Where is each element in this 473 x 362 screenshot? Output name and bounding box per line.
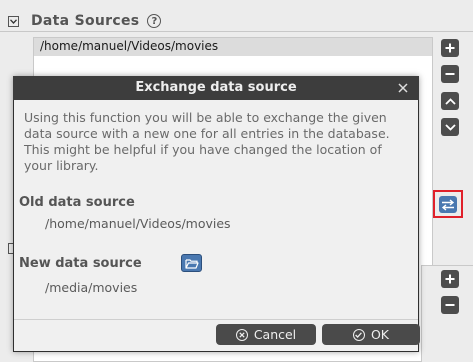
dialog-description: Using this function you will be able to …: [24, 110, 390, 173]
old-source-value: /home/manuel/Videos/movies: [45, 216, 231, 231]
chevron-up-icon: [444, 97, 456, 105]
chevron-down-icon: [444, 123, 456, 131]
exchange-source-button[interactable]: [439, 196, 457, 213]
remove-item-button[interactable]: [441, 296, 459, 314]
section-title: Data Sources: [31, 13, 140, 29]
plus-icon: [445, 43, 455, 53]
move-up-button[interactable]: [441, 92, 459, 110]
cancel-label: Cancel: [253, 327, 297, 342]
minus-icon: [445, 304, 455, 306]
cancel-button[interactable]: Cancel: [216, 324, 316, 345]
exchange-arrows-icon: [441, 198, 455, 211]
section-header: Data Sources ?: [8, 11, 162, 31]
plus-icon: [445, 274, 455, 284]
folder-open-icon: [184, 258, 199, 269]
collapse-icon[interactable]: [8, 15, 19, 27]
check-icon: [352, 328, 365, 341]
remove-source-button[interactable]: [441, 65, 459, 83]
ok-button[interactable]: OK: [322, 324, 420, 345]
add-source-button[interactable]: [441, 39, 459, 57]
header-divider: [0, 31, 473, 32]
add-item-button[interactable]: [441, 270, 459, 288]
browse-folder-button[interactable]: [181, 254, 202, 272]
list-item-label: /home/manuel/Videos/movies: [40, 39, 219, 53]
old-source-label: Old data source: [19, 195, 135, 210]
new-source-label: New data source: [19, 256, 142, 271]
help-icon[interactable]: ?: [147, 14, 162, 28]
ok-label: OK: [370, 327, 390, 342]
dialog-title: Exchange data source: [135, 80, 297, 95]
move-down-button[interactable]: [441, 118, 459, 136]
dialog-divider: [14, 319, 418, 320]
close-icon[interactable]: [395, 80, 411, 96]
cancel-icon: [235, 328, 248, 341]
minus-icon: [445, 73, 455, 75]
new-source-value: /media/movies: [45, 280, 138, 295]
